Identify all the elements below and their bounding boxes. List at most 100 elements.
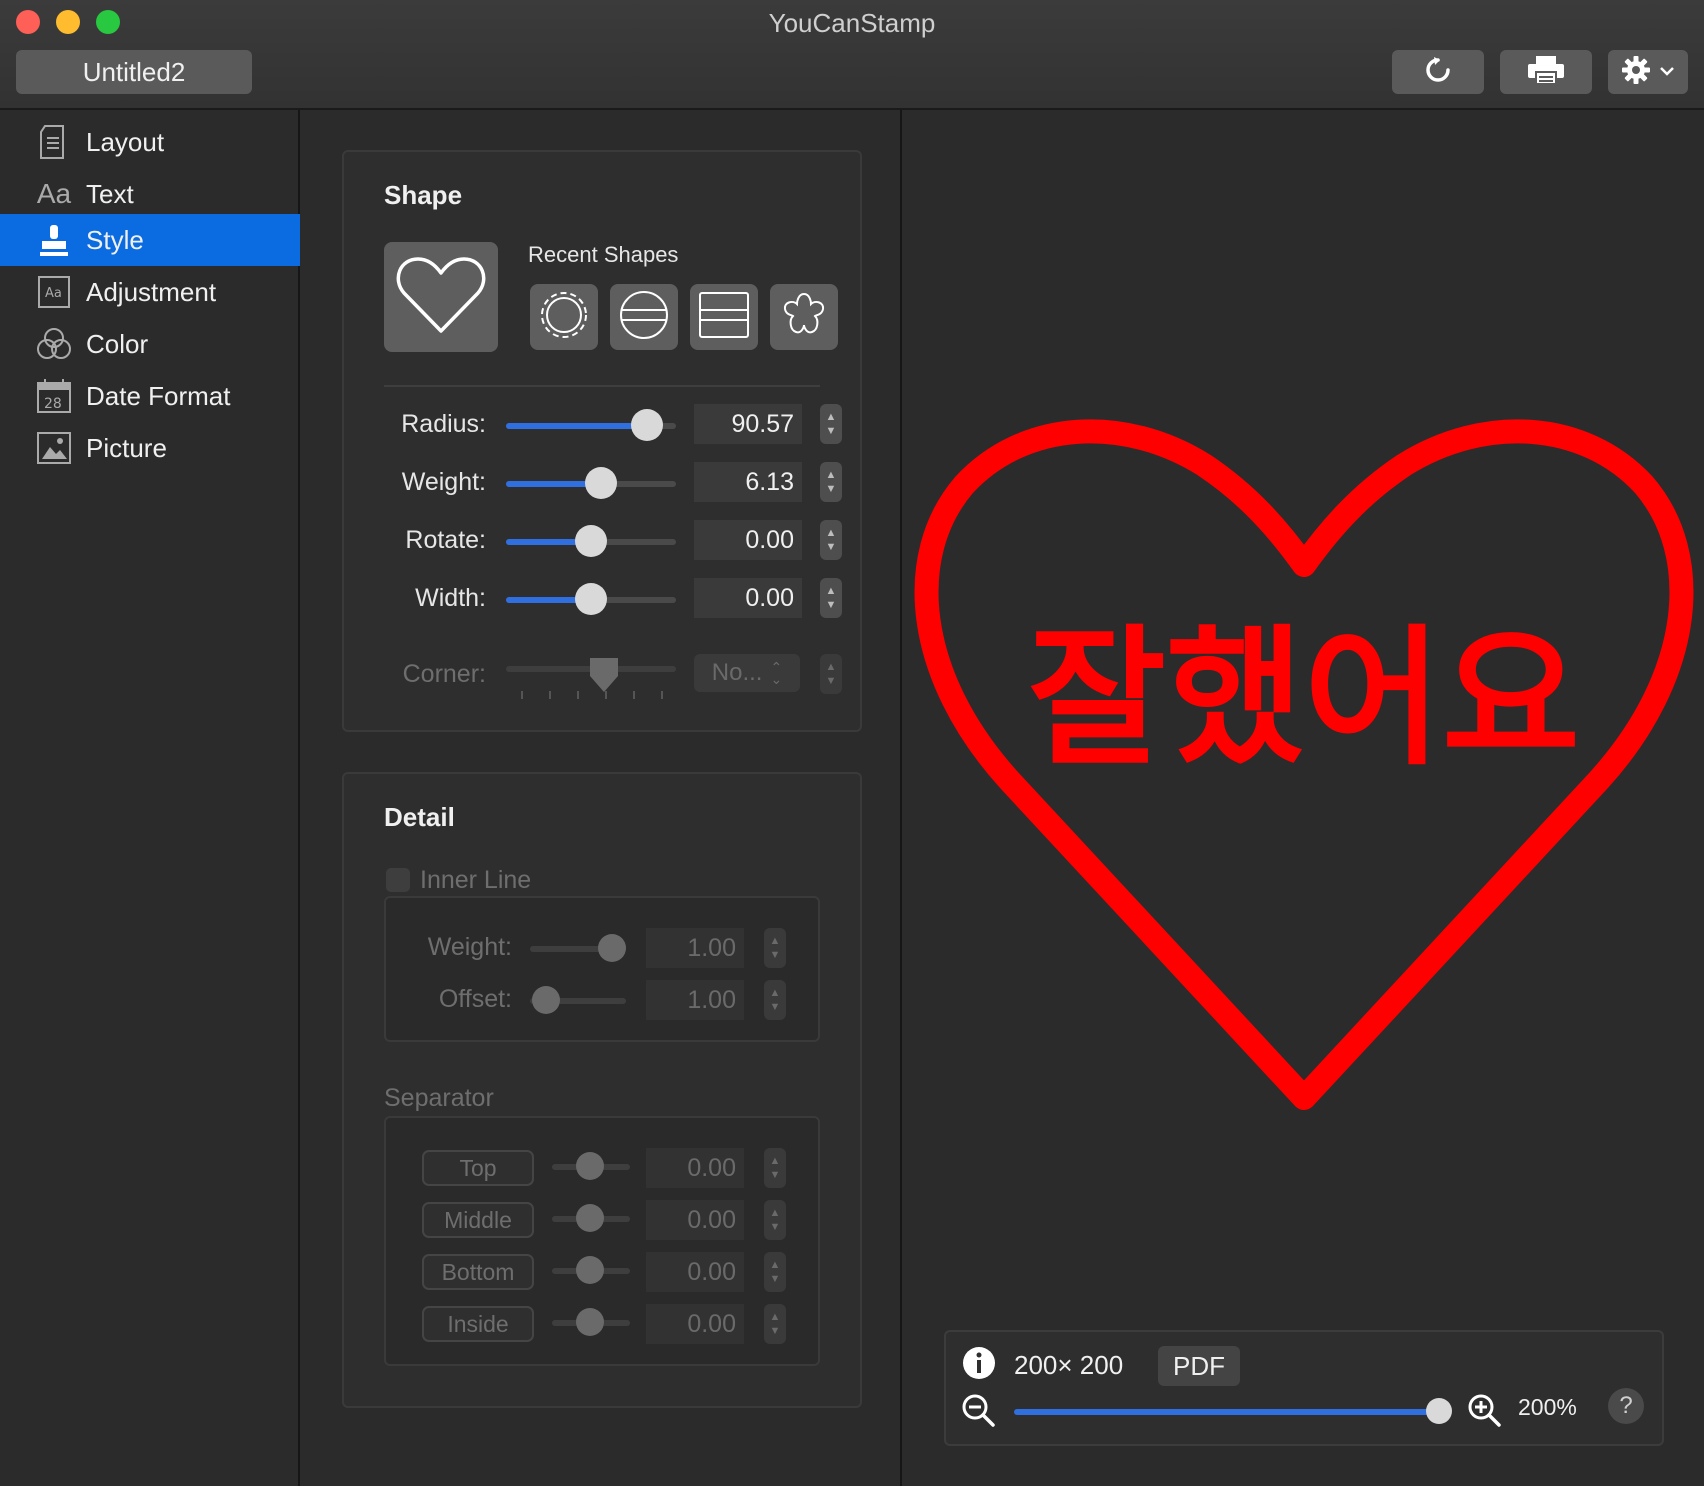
sidebar-item-date-format[interactable]: 28 Date Format [0,370,300,422]
inner-line-value-field[interactable]: 1.00 [646,928,744,968]
separator-inside-button[interactable]: Inside [422,1306,534,1342]
chevron-up-icon: ▲ [825,469,837,481]
stamp-preview: 잘했어요 [904,110,1704,1486]
scalloped-circle-icon [537,288,591,347]
layout-icon [36,124,72,160]
inner-line-value-field[interactable]: 1.00 [646,980,744,1020]
separator-value-field[interactable]: 0.00 [646,1148,744,1188]
recent-shape-1[interactable] [530,284,598,350]
text-icon: Aa [36,178,72,209]
chevron-up-icon: ▲ [825,661,837,673]
value-stepper[interactable]: ▲ ▼ [820,404,842,444]
sidebar-item-label: Color [86,328,149,359]
slider-knob[interactable] [631,409,664,441]
chevron-up-icon: ▲ [769,1259,781,1271]
sidebar-item-style[interactable]: Style [0,214,300,266]
detail-title: Detail [384,802,455,832]
value-stepper[interactable]: ▲ ▼ [820,520,842,560]
print-button[interactable] [1500,50,1592,94]
chevron-down-icon: ▼ [769,1001,781,1013]
zoom-in-icon[interactable] [1466,1392,1502,1433]
refresh-button[interactable] [1392,50,1484,94]
settings-menu-button[interactable] [1608,50,1688,94]
separator-value-field[interactable]: 0.00 [646,1304,744,1344]
separator-bottom-button[interactable]: Bottom [422,1254,534,1290]
picture-icon [36,430,72,466]
separator-stepper[interactable]: ▲ ▼ [764,1304,786,1344]
format-badge[interactable]: PDF [1158,1346,1240,1386]
separator-stepper[interactable]: ▲ ▼ [764,1252,786,1292]
separator-stepper[interactable]: ▲ ▼ [764,1200,786,1240]
value-field[interactable]: 0.00 [694,578,802,618]
app-window: YouCanStamp Untitled2 Layout Aa Text Sty… [0,0,1704,1486]
recent-shape-2[interactable] [610,284,678,350]
recent-shape-3[interactable] [690,284,758,350]
value-stepper[interactable]: ▲ ▼ [820,578,842,618]
shape-divider [384,385,820,387]
sidebar-item-picture[interactable]: Picture [0,422,300,474]
inner-line-label: Weight: [427,933,512,961]
calendar-icon: 28 [36,378,72,414]
svg-text:Aa: Aa [45,286,62,301]
separator-slider-knob[interactable] [576,1152,604,1180]
help-button[interactable]: ? [1608,1388,1644,1424]
color-icon [36,326,72,362]
slider-knob[interactable] [585,467,618,499]
chevron-up-icon: ▲ [825,411,837,423]
zoom-slider-track[interactable] [1014,1409,1442,1415]
value-stepper[interactable]: ▲ ▼ [820,462,842,502]
sidebar-item-label: Text [86,178,134,209]
info-icon[interactable] [962,1346,996,1385]
inner-line-stepper[interactable]: ▲ ▼ [764,928,786,968]
document-title-button[interactable]: Untitled2 [16,50,252,94]
separator-middle-button[interactable]: Middle [422,1202,534,1238]
flower-icon [777,288,831,347]
calendar-day: 28 [44,396,62,412]
recent-shape-4[interactable] [770,284,838,350]
sidebar-item-layout[interactable]: Layout [0,116,300,168]
titlebar: YouCanStamp Untitled2 [0,0,1704,110]
printer-icon [1526,54,1566,91]
separator-slider-knob[interactable] [576,1256,604,1284]
chevron-up-icon: ▲ [769,935,781,947]
gear-icon [1621,55,1651,90]
chevron-up-down-icon: ⌃ ⌄ [770,659,783,687]
refresh-icon [1423,55,1453,90]
chevron-down-icon: ▼ [769,949,781,961]
inner-line-slider-knob[interactable] [532,986,560,1014]
zoom-slider-knob[interactable] [1426,1398,1452,1424]
inner-line-checkbox[interactable] [386,868,410,892]
selected-shape-button[interactable] [384,242,498,352]
value-field[interactable]: 6.13 [694,462,802,502]
slider-knob[interactable] [575,525,607,557]
separator-top-button[interactable]: Top [422,1150,534,1186]
stamp-size: 200× 200 [1014,1350,1124,1380]
inner-line-label: Inner Line [420,866,532,894]
app-title: YouCanStamp [768,8,936,38]
value-field[interactable]: 90.57 [694,404,802,444]
sidebar-item-text[interactable]: Aa Text [0,168,300,220]
chevron-up-icon: ▲ [769,1155,781,1167]
zoom-level: 200% [1518,1394,1577,1420]
value-field[interactable]: 0.00 [694,520,802,560]
inner-line-slider-knob[interactable] [598,934,626,962]
corner-stepper[interactable]: ▲ ▼ [820,654,842,694]
sidebar-item-adjustment[interactable]: Aa Adjustment [0,266,300,318]
separator-slider-knob[interactable] [576,1204,604,1232]
chevron-down-icon: ▼ [769,1221,781,1233]
sidebar-item-label: Adjustment [86,276,217,307]
slider-label: Width: [415,584,486,612]
slider-label: Rotate: [405,526,486,554]
inner-line-stepper[interactable]: ▲ ▼ [764,980,786,1020]
chevron-down-icon [1659,63,1675,81]
chevron-down-icon: ▼ [769,1273,781,1285]
corner-popup[interactable]: No... ⌃ ⌄ [694,654,800,692]
zoom-out-icon[interactable] [960,1392,996,1433]
separator-stepper[interactable]: ▲ ▼ [764,1148,786,1188]
separator-slider-knob[interactable] [576,1308,604,1336]
slider-knob[interactable] [575,583,607,615]
separator-value-field[interactable]: 0.00 [646,1200,744,1240]
separator-value-field[interactable]: 0.00 [646,1252,744,1292]
sidebar-item-color[interactable]: Color [0,318,300,370]
chevron-down-icon: ▼ [769,1169,781,1181]
